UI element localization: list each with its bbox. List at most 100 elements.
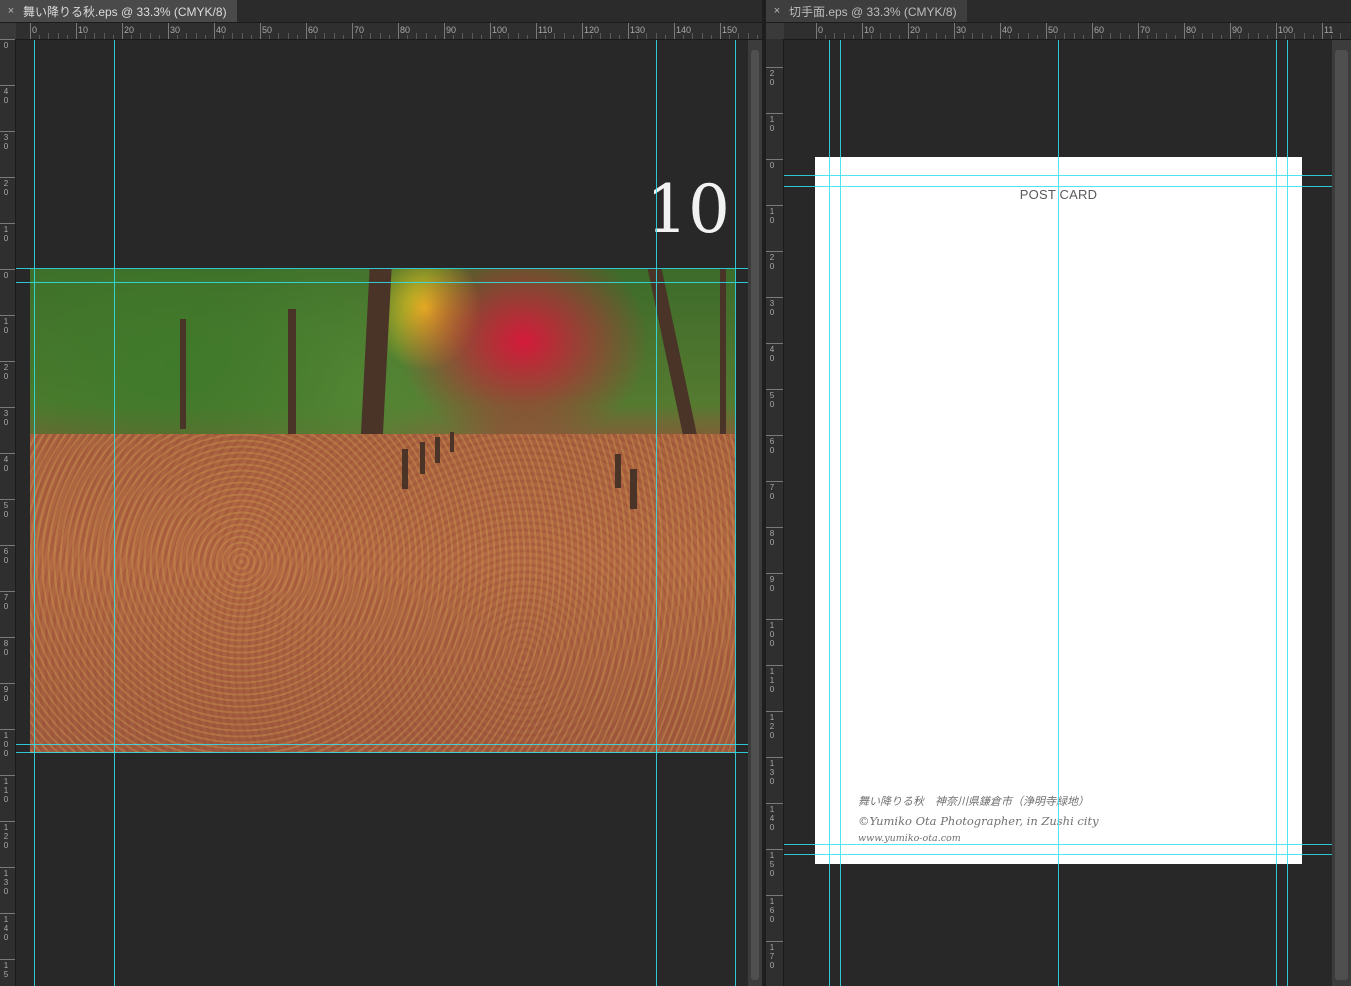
ruler-tick [582, 23, 583, 39]
ruler-label: 6 0 [769, 437, 775, 455]
ruler-tick-minor [889, 33, 891, 39]
ruler-tick [628, 23, 629, 39]
autumn-path-photo [30, 269, 735, 753]
vertical-ruler[interactable]: 2 0 1 0 0 1 0 2 0 3 0 4 0 5 0 6 0 7 0 8 0 9 0 1 0 0 1… [766, 39, 784, 986]
vertical-scrollbar[interactable] [748, 40, 762, 986]
ruler-label: 1 3 0 [3, 869, 9, 896]
vertical-ruler[interactable]: 0 4 0 3 0 2 0 1 0 0 1 0 2 0 3 0 4 0 5 0 6 0 7 0 8 0 9 … [0, 39, 16, 986]
ruler-tick [766, 619, 783, 620]
ruler-tick-minor [1036, 35, 1038, 39]
ruler-label: 6 0 [3, 547, 9, 565]
ruler-tick-minor [1165, 33, 1167, 39]
document-canvas[interactable]: 10 [16, 40, 748, 986]
ruler-tick [306, 23, 307, 39]
ruler-tick-minor [609, 33, 611, 39]
ruler-label: 120 [584, 25, 600, 35]
ruler-tick-minor [1064, 33, 1066, 39]
horizontal-ruler[interactable]: 0 10 20 30 40 50 60 70 80 90 100 110 120 130 140 150 [16, 23, 762, 40]
ruler-tick-minor [223, 35, 225, 39]
ruler-tick-minor [1128, 35, 1130, 39]
ruler-tick-minor [333, 33, 335, 39]
ruler-tick [490, 23, 491, 39]
ruler-tick-minor [480, 35, 482, 39]
ruler-label: 20 [910, 25, 921, 35]
ruler-tick-minor [158, 35, 160, 39]
ruler-label: 7 0 [3, 593, 9, 611]
document-canvas[interactable]: POST CARD 舞い降りる秋 神奈川県鎌倉市（浄明寺緑地） ©Yumiko … [784, 40, 1332, 986]
ruler-tick [0, 361, 15, 362]
ruler-tick-minor [1174, 35, 1176, 39]
ruler-label: 0 [32, 25, 38, 35]
ruler-tick-minor [186, 33, 188, 39]
ruler-tick-minor [103, 33, 105, 39]
ruler-label: 1 1 0 [769, 667, 775, 694]
ruler-tick-minor [1331, 35, 1333, 39]
close-icon[interactable]: × [772, 5, 782, 17]
ruler-label: 9 0 [769, 575, 775, 593]
document-tab[interactable]: × 舞い降りる秋.eps @ 33.3% (CMYK/8) [0, 0, 237, 22]
ruler-tick-minor [843, 33, 845, 39]
ruler-tick [0, 959, 15, 960]
ruler-tick [214, 23, 215, 39]
ruler-label: 1 0 0 [769, 621, 775, 648]
ruler-tick-minor [131, 35, 133, 39]
ruler-label: 110 [538, 25, 553, 35]
ruler-tick [0, 821, 15, 822]
ruler-label: 60 [1094, 25, 1105, 35]
ruler-tick-minor [453, 35, 455, 39]
ruler-tick-minor [342, 35, 344, 39]
ruler-tick-minor [600, 33, 602, 39]
ruler-tick-minor [1073, 33, 1075, 39]
scrollbar-thumb[interactable] [1335, 50, 1348, 980]
ruler-label: 1 0 [3, 317, 9, 335]
ruler-tick [0, 131, 15, 132]
ruler-label: 1 0 0 [3, 731, 9, 758]
ruler-label: 1 3 0 [769, 759, 775, 786]
ruler-tick [766, 895, 783, 896]
ruler-tick [0, 453, 15, 454]
ruler-tick-minor [1266, 35, 1268, 39]
ruler-label: 9 0 [3, 685, 9, 703]
ruler-tick [674, 23, 675, 39]
ruler-label: 1 5 0 [769, 851, 775, 878]
ruler-tick-minor [701, 33, 703, 39]
ruler-tick-minor [425, 33, 427, 39]
ruler-tick-minor [57, 33, 59, 39]
ruler-label: 10 [864, 25, 875, 35]
document-tab[interactable]: × 切手面.eps @ 33.3% (CMYK/8) [766, 0, 967, 22]
ruler-tick [766, 67, 783, 68]
ruler-tick [0, 683, 15, 684]
horizontal-ruler[interactable]: 0 10 20 30 40 50 60 70 80 90 100 11 [784, 23, 1351, 40]
ruler-tick [766, 757, 783, 758]
document-window-right: × 切手面.eps @ 33.3% (CMYK/8) 0 10 20 30 40 50 60… [766, 0, 1351, 986]
ruler-tick [398, 23, 399, 39]
ruler-tick [352, 23, 353, 39]
ruler-label: 4 0 [769, 345, 775, 363]
ruler-label: 150 [722, 25, 738, 35]
close-icon[interactable]: × [6, 5, 16, 17]
ruler-label: 1 6 0 [769, 897, 775, 924]
ruler-tick [0, 591, 15, 592]
ruler-tick [766, 527, 783, 528]
ruler-label: 8 0 [3, 639, 9, 657]
ruler-label: 70 [1140, 25, 1151, 35]
ruler-tick-minor [204, 35, 206, 39]
ruler-tick [260, 23, 261, 39]
ruler-tick-minor [1202, 33, 1204, 39]
ruler-tick-minor [655, 33, 657, 39]
page-number: 10 [646, 171, 730, 248]
ruler-tick-minor [232, 33, 234, 39]
website-line: www.yumiko-ota.com [858, 833, 961, 844]
ruler-tick-minor [756, 35, 758, 39]
ruler-tick-minor [972, 33, 974, 39]
ruler-label: 1 7 0 [769, 943, 775, 970]
tab-bar: × 舞い降りる秋.eps @ 33.3% (CMYK/8) [0, 0, 762, 23]
ruler-tick [766, 573, 783, 574]
ruler-tick-minor [1156, 33, 1158, 39]
ruler-label: 1 2 0 [769, 713, 775, 740]
ruler-tick [122, 23, 123, 39]
ruler-tick-minor [39, 35, 41, 39]
vertical-scrollbar[interactable] [1332, 40, 1351, 986]
ruler-tick [1184, 23, 1185, 39]
scrollbar-thumb[interactable] [751, 50, 759, 980]
